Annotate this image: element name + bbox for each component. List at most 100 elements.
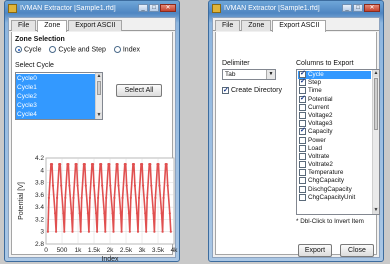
scroll-thumb[interactable]	[374, 78, 378, 130]
cycle-list-scrollbar[interactable]: ▲ ▼	[95, 73, 102, 119]
checkbox-icon[interactable]	[299, 144, 306, 152]
data-point	[76, 184, 79, 187]
checkbox-icon[interactable]	[299, 136, 306, 144]
radio-cycle-label: Cycle	[23, 46, 42, 54]
checkbox-icon[interactable]	[299, 120, 306, 128]
data-point	[100, 163, 103, 166]
y-tick-label: 3.4	[35, 204, 44, 211]
list-item[interactable]: Current	[298, 103, 371, 112]
scroll-down-icon[interactable]: ▼	[96, 112, 102, 119]
data-point	[120, 230, 123, 233]
tab-zone[interactable]: Zone	[37, 20, 68, 32]
close-button[interactable]: Close	[340, 244, 374, 257]
checkbox-icon[interactable]	[299, 111, 306, 119]
maximize-icon[interactable]: □	[353, 4, 363, 12]
tab-export-ascii[interactable]: Export ASCII	[68, 20, 123, 31]
columns-listbox[interactable]: CycleStepTimePotentialCurrentVoltage2Vol…	[296, 69, 380, 215]
list-item[interactable]: Capacity	[298, 127, 371, 136]
data-point	[92, 184, 96, 187]
tab-file[interactable]: File	[11, 20, 37, 31]
list-item[interactable]: Cycle4	[16, 110, 95, 119]
column-label: Cycle	[308, 71, 324, 79]
list-item[interactable]: Load	[298, 144, 371, 153]
checkbox-checked-icon[interactable]	[299, 78, 306, 87]
columns-to-export-label: Columns to Export	[296, 60, 354, 67]
list-item[interactable]: Cycle0	[16, 74, 95, 83]
minimize-icon[interactable]: _	[342, 4, 352, 12]
create-directory-checkbox[interactable]: Create Directory	[222, 86, 282, 94]
scroll-up-icon[interactable]: ▲	[96, 73, 102, 80]
list-item[interactable]: Power	[298, 136, 371, 145]
close-icon[interactable]: ✕	[364, 4, 380, 12]
data-point	[97, 196, 100, 199]
checkbox-icon[interactable]	[299, 193, 306, 201]
list-item[interactable]: Voltrate	[298, 152, 371, 161]
radio-index[interactable]: Index	[113, 46, 140, 53]
checkbox-icon[interactable]	[299, 177, 306, 185]
radio-cycle-and-step[interactable]: Cycle and Step	[49, 46, 106, 53]
list-item[interactable]: Voltrate2	[298, 161, 371, 169]
checkbox-checked-icon[interactable]	[299, 95, 306, 103]
scroll-down-icon[interactable]: ▼	[373, 207, 379, 214]
data-point	[125, 184, 128, 187]
column-label: Voltrate	[308, 153, 330, 161]
checkbox-icon[interactable]	[299, 87, 306, 95]
cycle-listbox[interactable]: Cycle0 Cycle1 Cycle2 Cycle3 Cycle4 ▲ ▼	[15, 72, 103, 120]
checkbox-icon[interactable]	[299, 185, 306, 193]
column-label: Potential	[308, 95, 333, 103]
x-tick-label: 2k	[107, 247, 115, 254]
title-bar[interactable]: IVMAN Extractor [Sample1.rfd] _ □ ✕	[5, 1, 179, 15]
checkbox-icon[interactable]	[299, 103, 306, 111]
tab-file[interactable]: File	[215, 20, 241, 31]
list-item[interactable]: Time	[298, 87, 371, 95]
data-point	[88, 196, 91, 199]
column-label: Capacity	[308, 128, 333, 136]
column-label: Load	[308, 144, 323, 152]
checkbox-checked-icon[interactable]	[299, 127, 306, 136]
radio-on-icon	[15, 46, 22, 53]
list-item[interactable]: Potential	[298, 95, 371, 104]
delimiter-select[interactable]: Tab ▼	[222, 69, 276, 80]
export-button[interactable]: Export	[298, 244, 332, 257]
window-zone: IVMAN Extractor [Sample1.rfd] _ □ ✕ File…	[4, 0, 180, 263]
y-tick-label: 4.2	[35, 155, 44, 162]
list-item[interactable]: Temperature	[298, 169, 371, 177]
scroll-up-icon[interactable]: ▲	[373, 70, 379, 77]
list-item[interactable]: Cycle	[298, 70, 371, 80]
delimiter-label: Delimiter	[222, 60, 250, 67]
list-item[interactable]: Step	[298, 78, 371, 87]
y-tick-label: 3.6	[35, 192, 44, 199]
list-item[interactable]: Voltage2	[298, 111, 371, 120]
maximize-icon[interactable]: □	[149, 4, 159, 12]
list-item[interactable]: Cycle2	[16, 92, 95, 101]
list-item[interactable]: Voltage3	[298, 120, 371, 128]
app-icon	[212, 3, 221, 13]
radio-cycle[interactable]: Cycle	[15, 46, 41, 53]
chevron-down-icon: ▼	[266, 70, 275, 79]
list-item[interactable]: ChgCapacityUnit	[298, 193, 371, 202]
close-icon[interactable]: ✕	[160, 4, 176, 12]
list-item[interactable]: ChgCapacity	[298, 177, 371, 185]
minimize-icon[interactable]: _	[138, 4, 148, 12]
tab-zone[interactable]: Zone	[241, 20, 272, 31]
data-point	[79, 230, 82, 233]
list-item[interactable]: DischgCapacity	[298, 185, 371, 194]
select-all-button[interactable]: Select All	[116, 84, 162, 97]
data-point	[112, 230, 115, 233]
scroll-thumb[interactable]	[97, 81, 101, 95]
data-point	[141, 163, 144, 166]
columns-scrollbar[interactable]: ▲ ▼	[372, 70, 379, 214]
title-bar[interactable]: IVMAN Extractor [Sample1.rfd] _ □ ✕	[209, 1, 383, 15]
list-item[interactable]: Cycle3	[16, 101, 95, 110]
checkbox-icon[interactable]	[299, 169, 306, 177]
x-tick-label: 4k	[171, 247, 178, 254]
tab-export-ascii[interactable]: Export ASCII	[272, 20, 327, 32]
tab-bar: File Zone Export ASCII	[213, 18, 379, 32]
checkbox-icon[interactable]	[299, 161, 306, 169]
app-icon	[8, 3, 17, 13]
checkbox-icon[interactable]	[299, 152, 306, 160]
column-label: Voltrate2	[308, 161, 333, 169]
checkbox-checked-icon[interactable]	[299, 70, 306, 78]
x-tick-label: 3.5k	[152, 247, 165, 254]
list-item[interactable]: Cycle1	[16, 83, 95, 92]
